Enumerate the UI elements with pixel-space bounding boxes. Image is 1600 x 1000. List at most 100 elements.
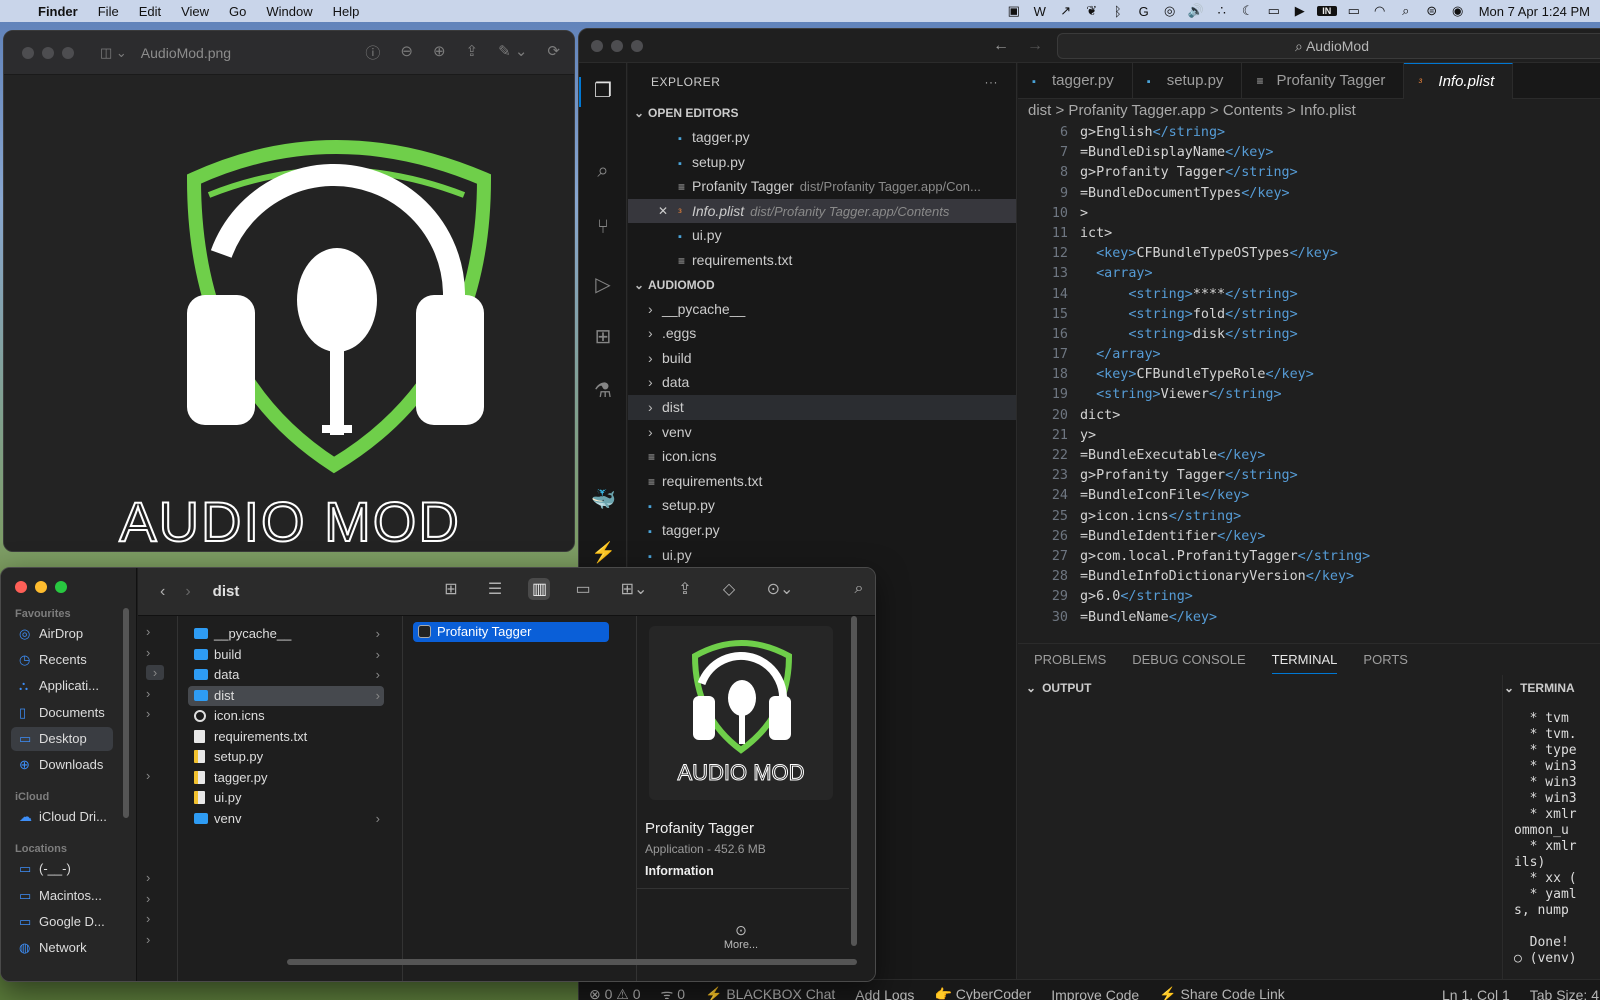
open-editor-item[interactable]: ▪ setup.py bbox=[628, 150, 1016, 175]
sidebar-item-applicati[interactable]: ⛬ Applicati... bbox=[11, 674, 113, 698]
minimize-button[interactable] bbox=[42, 46, 54, 59]
tree-item[interactable]: › __pycache__ bbox=[628, 297, 1016, 322]
terminal-title[interactable]: TERMINA bbox=[1520, 681, 1575, 695]
finder-file-row[interactable]: icon.icns bbox=[188, 706, 384, 727]
horizontal-scrollbar[interactable] bbox=[287, 959, 857, 965]
share-icon[interactable]: ⇪ bbox=[466, 42, 479, 63]
back-icon[interactable]: ‹ bbox=[160, 583, 165, 601]
explorer-icon[interactable]: ❐ bbox=[591, 79, 615, 103]
open-editor-item[interactable]: ✕ ᵌ Info.plist dist/Profanity Tagger.app/Co… bbox=[628, 198, 1016, 224]
focus-icon[interactable]: ∴ bbox=[1209, 3, 1235, 19]
window-controls[interactable] bbox=[15, 581, 67, 593]
tree-item[interactable]: ▪ setup.py bbox=[628, 493, 1016, 518]
sidebar-item-desktop[interactable]: ▭ Desktop bbox=[11, 726, 113, 751]
markup-icon[interactable]: ✎ ⌄ bbox=[498, 42, 527, 63]
output-title[interactable]: OUTPUT bbox=[1042, 681, 1091, 695]
docker-icon[interactable]: 🐳 bbox=[591, 488, 616, 512]
cursor-position[interactable]: Ln 1, Col 1 bbox=[1432, 987, 1520, 1000]
sidebar-item-recents[interactable]: ◷ Recents bbox=[11, 648, 113, 672]
chart-icon[interactable]: ↗ bbox=[1053, 3, 1079, 19]
window-controls[interactable] bbox=[22, 46, 74, 59]
group-icon[interactable]: ⊞⌄ bbox=[616, 579, 652, 599]
rotate-icon[interactable]: ⟳ bbox=[547, 42, 560, 63]
icon-view-icon[interactable]: ⊞ bbox=[440, 579, 462, 599]
command-search[interactable]: ⌕ AudioMod bbox=[1057, 33, 1600, 59]
tab-size[interactable]: Tab Size: 4 bbox=[1520, 987, 1600, 1000]
menu-edit[interactable]: Edit bbox=[129, 4, 171, 19]
list-view-icon[interactable]: ☰ bbox=[484, 579, 506, 599]
add-logs-button[interactable]: Add Logs bbox=[845, 987, 924, 1000]
grammarly-icon[interactable]: G bbox=[1131, 4, 1157, 19]
open-editor-item[interactable]: ≡ Profanity Tagger dist/Profanity Tagger.a… bbox=[628, 174, 1016, 199]
blackbox-icon[interactable]: ⚡ bbox=[591, 541, 616, 565]
open-editors-header[interactable]: ⌄ OPEN EDITORS bbox=[628, 101, 1016, 125]
close-editor-icon[interactable]: ✕ bbox=[658, 199, 668, 224]
menu-clock[interactable]: Mon 7 Apr 1:24 PM bbox=[1471, 4, 1590, 19]
panel-tab-terminal[interactable]: TERMINAL bbox=[1271, 652, 1338, 674]
sidebar-item-network[interactable]: ◍ Network bbox=[11, 936, 113, 960]
window-controls[interactable] bbox=[591, 39, 643, 52]
volume-icon[interactable]: 🔊 bbox=[1183, 3, 1209, 19]
sidebar-item-[interactable]: ▭ (-__-) bbox=[11, 857, 113, 881]
zoom-button[interactable] bbox=[55, 581, 67, 593]
sidebar-item-documents[interactable]: ▯ Documents bbox=[11, 701, 113, 725]
zoom-button[interactable] bbox=[631, 39, 643, 52]
code-editor[interactable]: 6 g>English</string> 7 =BundleDisplayName</… bbox=[1018, 123, 1600, 643]
tag-icon[interactable]: ◇ bbox=[718, 579, 740, 599]
open-editor-item[interactable]: ≡ requirements.txt bbox=[628, 248, 1016, 273]
back-arrow-icon[interactable]: ← bbox=[993, 37, 1009, 55]
finder-file-row[interactable]: tagger.py bbox=[188, 768, 384, 789]
close-button[interactable] bbox=[15, 581, 27, 593]
testing-icon[interactable]: ⚗ bbox=[591, 379, 615, 403]
open-editor-item[interactable]: ▪ ui.py bbox=[628, 223, 1016, 248]
source-control-icon[interactable]: ⑂ bbox=[591, 215, 615, 239]
spotlight-icon[interactable]: ⌕ bbox=[1393, 3, 1419, 19]
sidebar-item-downloads[interactable]: ⊕ Downloads bbox=[11, 753, 113, 777]
tree-item[interactable]: ≡ icon.icns bbox=[628, 444, 1016, 469]
w-icon[interactable]: W bbox=[1027, 4, 1053, 19]
wifi-icon[interactable]: ◠ bbox=[1367, 3, 1393, 19]
sidebar-item-google-d[interactable]: ▭ Google D... bbox=[11, 910, 113, 934]
project-header[interactable]: ⌄ AUDIOMOD bbox=[628, 273, 1016, 297]
zoom-button[interactable] bbox=[62, 46, 74, 59]
battery-icon[interactable]: ▭ bbox=[1341, 3, 1367, 19]
panel-tab-debug-console[interactable]: DEBUG CONSOLE bbox=[1132, 652, 1245, 667]
search-icon[interactable]: ⌕ bbox=[848, 580, 870, 598]
selected-app-row[interactable]: Profanity Tagger bbox=[413, 622, 609, 642]
tab-profanity-tagger[interactable]: ≡ Profanity Tagger bbox=[1242, 63, 1405, 99]
run-debug-icon[interactable]: ▷ bbox=[591, 273, 615, 297]
share-icon[interactable]: ⇪ bbox=[674, 579, 696, 599]
tree-item[interactable]: › .eggs bbox=[628, 321, 1016, 346]
forward-arrow-icon[interactable]: → bbox=[1027, 37, 1043, 55]
zoom-in-icon[interactable]: ⊕ bbox=[433, 42, 446, 63]
sidebar-scrollbar[interactable] bbox=[123, 608, 129, 818]
minimize-button[interactable] bbox=[35, 581, 47, 593]
sidebar-toggle-icon[interactable]: ◫ ⌄ bbox=[100, 45, 127, 61]
extensions-icon[interactable]: ⊞ bbox=[591, 325, 615, 349]
breadcrumb[interactable]: dist > Profanity Tagger.app > Contents >… bbox=[1018, 99, 1600, 123]
finder-file-row[interactable]: venv › bbox=[188, 809, 384, 830]
finder-file-row[interactable]: build › bbox=[188, 645, 384, 666]
forward-icon[interactable]: › bbox=[185, 583, 190, 601]
siri-icon[interactable]: ◉ bbox=[1445, 3, 1471, 19]
improve-code-button[interactable]: Improve Code bbox=[1041, 987, 1149, 1000]
menu-file[interactable]: File bbox=[88, 4, 129, 19]
tree-item[interactable]: › venv bbox=[628, 420, 1016, 445]
zoom-out-icon[interactable]: ⊖ bbox=[400, 42, 413, 63]
reader-icon[interactable]: ▣ bbox=[1001, 3, 1027, 19]
sidebar-item-macintos[interactable]: ▭ Macintos... bbox=[11, 884, 113, 908]
airdrop-icon[interactable]: ◎ bbox=[1157, 3, 1183, 19]
menu-window[interactable]: Window bbox=[256, 4, 322, 19]
tree-item[interactable]: ≡ requirements.txt bbox=[628, 469, 1016, 494]
tab-info-plist[interactable]: ᵌ Info.plist bbox=[1404, 63, 1514, 99]
bluetooth-icon[interactable]: ᛒ bbox=[1105, 4, 1131, 19]
share-code-button[interactable]: ⚡ Share Code Link bbox=[1149, 986, 1295, 1000]
terminal-panel[interactable]: ⌄ TERMINA * tvm * tvm. * type * win3 * wi… bbox=[1504, 675, 1600, 985]
finder-file-row[interactable]: dist › bbox=[188, 685, 384, 706]
close-button[interactable] bbox=[591, 39, 603, 52]
tree-item[interactable]: › data bbox=[628, 370, 1016, 395]
tree-item[interactable]: ▪ ui.py bbox=[628, 543, 1016, 568]
tab-setup-py[interactable]: ▪ setup.py bbox=[1133, 63, 1243, 99]
moon-icon[interactable]: ☾ bbox=[1235, 3, 1261, 19]
finder-file-row[interactable]: requirements.txt bbox=[188, 727, 384, 748]
